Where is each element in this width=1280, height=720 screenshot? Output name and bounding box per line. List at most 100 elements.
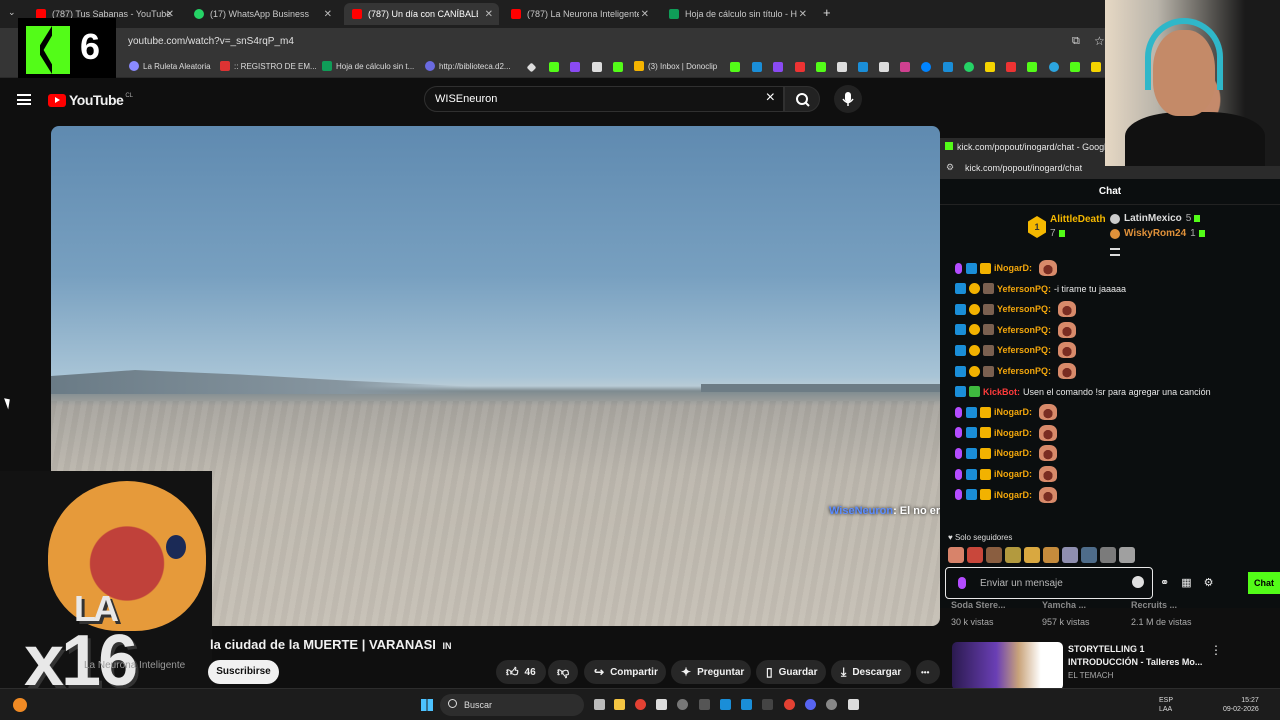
search-input[interactable]: WISEneuron × [424, 86, 784, 112]
app-icon[interactable] [677, 699, 688, 710]
chrome-icon[interactable] [635, 699, 646, 710]
bookmark-item[interactable]: Hoja de cálculo sin t... [322, 61, 414, 71]
chat-username[interactable]: iNogarD: [994, 448, 1032, 458]
settings-icon[interactable]: ⚙ [1204, 576, 1214, 589]
close-icon[interactable]: ✕ [485, 9, 493, 20]
taskbar-search[interactable]: Buscar [440, 694, 584, 716]
browser-tab[interactable]: (17) WhatsApp Business ✕ [186, 3, 338, 25]
emote[interactable] [1024, 547, 1040, 563]
channel-name[interactable]: La Neurona Inteligente [84, 660, 194, 671]
browser-tab[interactable]: (787) La Neurona Inteligente - ✕ [503, 3, 655, 25]
recommendation-title[interactable]: STORYTELLING 1 INTRODUCCIÓN - Talleres M… [1068, 643, 1202, 669]
tune-icon[interactable]: ⚙ [946, 162, 954, 173]
chat-username[interactable]: YefersonPQ: [997, 325, 1051, 335]
search-button[interactable] [784, 86, 820, 112]
menu-icon[interactable] [17, 94, 31, 105]
bookmark-star-icon[interactable]: ☆ [1094, 34, 1105, 48]
new-tab-icon[interactable]: + [823, 5, 831, 20]
discord-icon[interactable] [805, 699, 816, 710]
app-icon[interactable] [985, 62, 995, 72]
emoji-icon[interactable] [1132, 576, 1144, 588]
app-icon[interactable] [762, 699, 773, 710]
bookmark-item[interactable]: :: REGISTRO DE EM... [220, 61, 317, 71]
close-icon[interactable]: ✕ [324, 9, 332, 20]
chat-username[interactable]: iNogarD: [994, 469, 1032, 479]
chat-username[interactable]: iNogarD: [994, 407, 1032, 417]
store-icon[interactable]: ▦ [1181, 576, 1191, 589]
chat-message-input[interactable]: Enviar un mensaje [945, 567, 1153, 599]
save-button[interactable]: ▯ Guardar [756, 660, 826, 684]
browser-tab-active[interactable]: (787) Un día con CANÍBALES en ✕ [344, 3, 499, 25]
link-icon[interactable]: ⚭ [1160, 576, 1169, 589]
emote[interactable] [948, 547, 964, 563]
grid-icon[interactable] [592, 62, 602, 72]
mic-icon[interactable] [958, 577, 966, 589]
bookmark-item[interactable]: La Ruleta Aleatoria [129, 61, 211, 71]
chat-username[interactable]: iNogarD: [994, 263, 1032, 273]
app-icon[interactable] [826, 699, 837, 710]
kebab-menu-icon[interactable]: ⋮ [1210, 643, 1222, 657]
app-icon[interactable] [900, 62, 910, 72]
bookmark-item[interactable]: http://biblioteca.d2... [425, 61, 511, 71]
app-icon[interactable] [1070, 62, 1080, 72]
download-button[interactable]: ⤓ Descargar [831, 660, 911, 684]
like-button[interactable]: 👍︎ 46 [496, 660, 546, 684]
recommendation-thumbnail[interactable] [952, 642, 1063, 690]
kick-icon[interactable] [549, 62, 559, 72]
emote[interactable] [1081, 547, 1097, 563]
bookmark-icon[interactable] [795, 62, 805, 72]
file-explorer-icon[interactable] [614, 699, 625, 710]
close-icon[interactable]: ✕ [166, 9, 174, 20]
browser-tab[interactable]: Hoja de cálculo sin título - Hoja ✕ [661, 3, 813, 25]
chat-username[interactable]: iNogarD: [994, 490, 1032, 500]
app-icon[interactable] [699, 699, 710, 710]
pen-icon[interactable] [752, 62, 762, 72]
app-icon[interactable] [720, 699, 731, 710]
app-icon[interactable] [879, 62, 889, 72]
emote[interactable] [1005, 547, 1021, 563]
chat-username[interactable]: iNogarD: [994, 428, 1032, 438]
app-icon[interactable] [1091, 62, 1101, 72]
chat-username[interactable]: YefersonPQ: [997, 345, 1051, 355]
emote[interactable] [986, 547, 1002, 563]
diamond-icon[interactable] [526, 62, 537, 73]
app-icon[interactable] [848, 699, 859, 710]
chat-username[interactable]: YefersonPQ: [997, 284, 1051, 294]
clear-icon[interactable]: × [766, 89, 775, 107]
app-icon[interactable] [1027, 62, 1037, 72]
kick-icon[interactable] [730, 62, 740, 72]
emote[interactable] [1062, 547, 1078, 563]
doc-icon[interactable] [837, 62, 847, 72]
collapse-icon[interactable] [1110, 248, 1120, 256]
emote[interactable] [1119, 547, 1135, 563]
emote[interactable] [967, 547, 983, 563]
install-icon[interactable]: ⧉ [1072, 35, 1080, 48]
telegram-icon[interactable] [1049, 62, 1059, 72]
task-view-icon[interactable] [594, 699, 605, 710]
messenger-icon[interactable] [921, 62, 931, 72]
twitch-icon[interactable] [570, 62, 580, 72]
weather-icon[interactable] [13, 698, 27, 712]
app-icon[interactable] [816, 62, 826, 72]
share-button[interactable]: ↪ Compartir [584, 660, 666, 684]
dislike-button[interactable]: 👎︎ [548, 660, 578, 684]
chat-username[interactable]: YefersonPQ: [997, 304, 1051, 314]
chat-username[interactable]: KickBot: [983, 387, 1020, 397]
ask-button[interactable]: ✦ Preguntar [671, 660, 751, 684]
input-language[interactable]: ESP LAA [1159, 696, 1173, 714]
windows-start-icon[interactable] [421, 699, 433, 711]
emote[interactable] [1043, 547, 1059, 563]
app-icon[interactable] [1006, 62, 1016, 72]
app-icon[interactable] [741, 699, 752, 710]
bookmark-item[interactable]: (3) Inbox | Donoclip [634, 61, 717, 71]
system-clock[interactable]: 15:27 09-02-2026 [1223, 696, 1259, 714]
chat-send-button[interactable]: Chat [1248, 572, 1280, 594]
more-actions-button[interactable]: ••• [916, 660, 940, 684]
youtube-logo[interactable]: YouTube CL [48, 92, 133, 108]
whatsapp-icon[interactable] [964, 62, 974, 72]
app-icon[interactable] [943, 62, 953, 72]
close-icon[interactable]: ✕ [799, 9, 807, 20]
subscribe-button[interactable]: Suscribirse [208, 660, 279, 684]
app-icon[interactable] [858, 62, 868, 72]
chat-username[interactable]: YefersonPQ: [997, 366, 1051, 376]
